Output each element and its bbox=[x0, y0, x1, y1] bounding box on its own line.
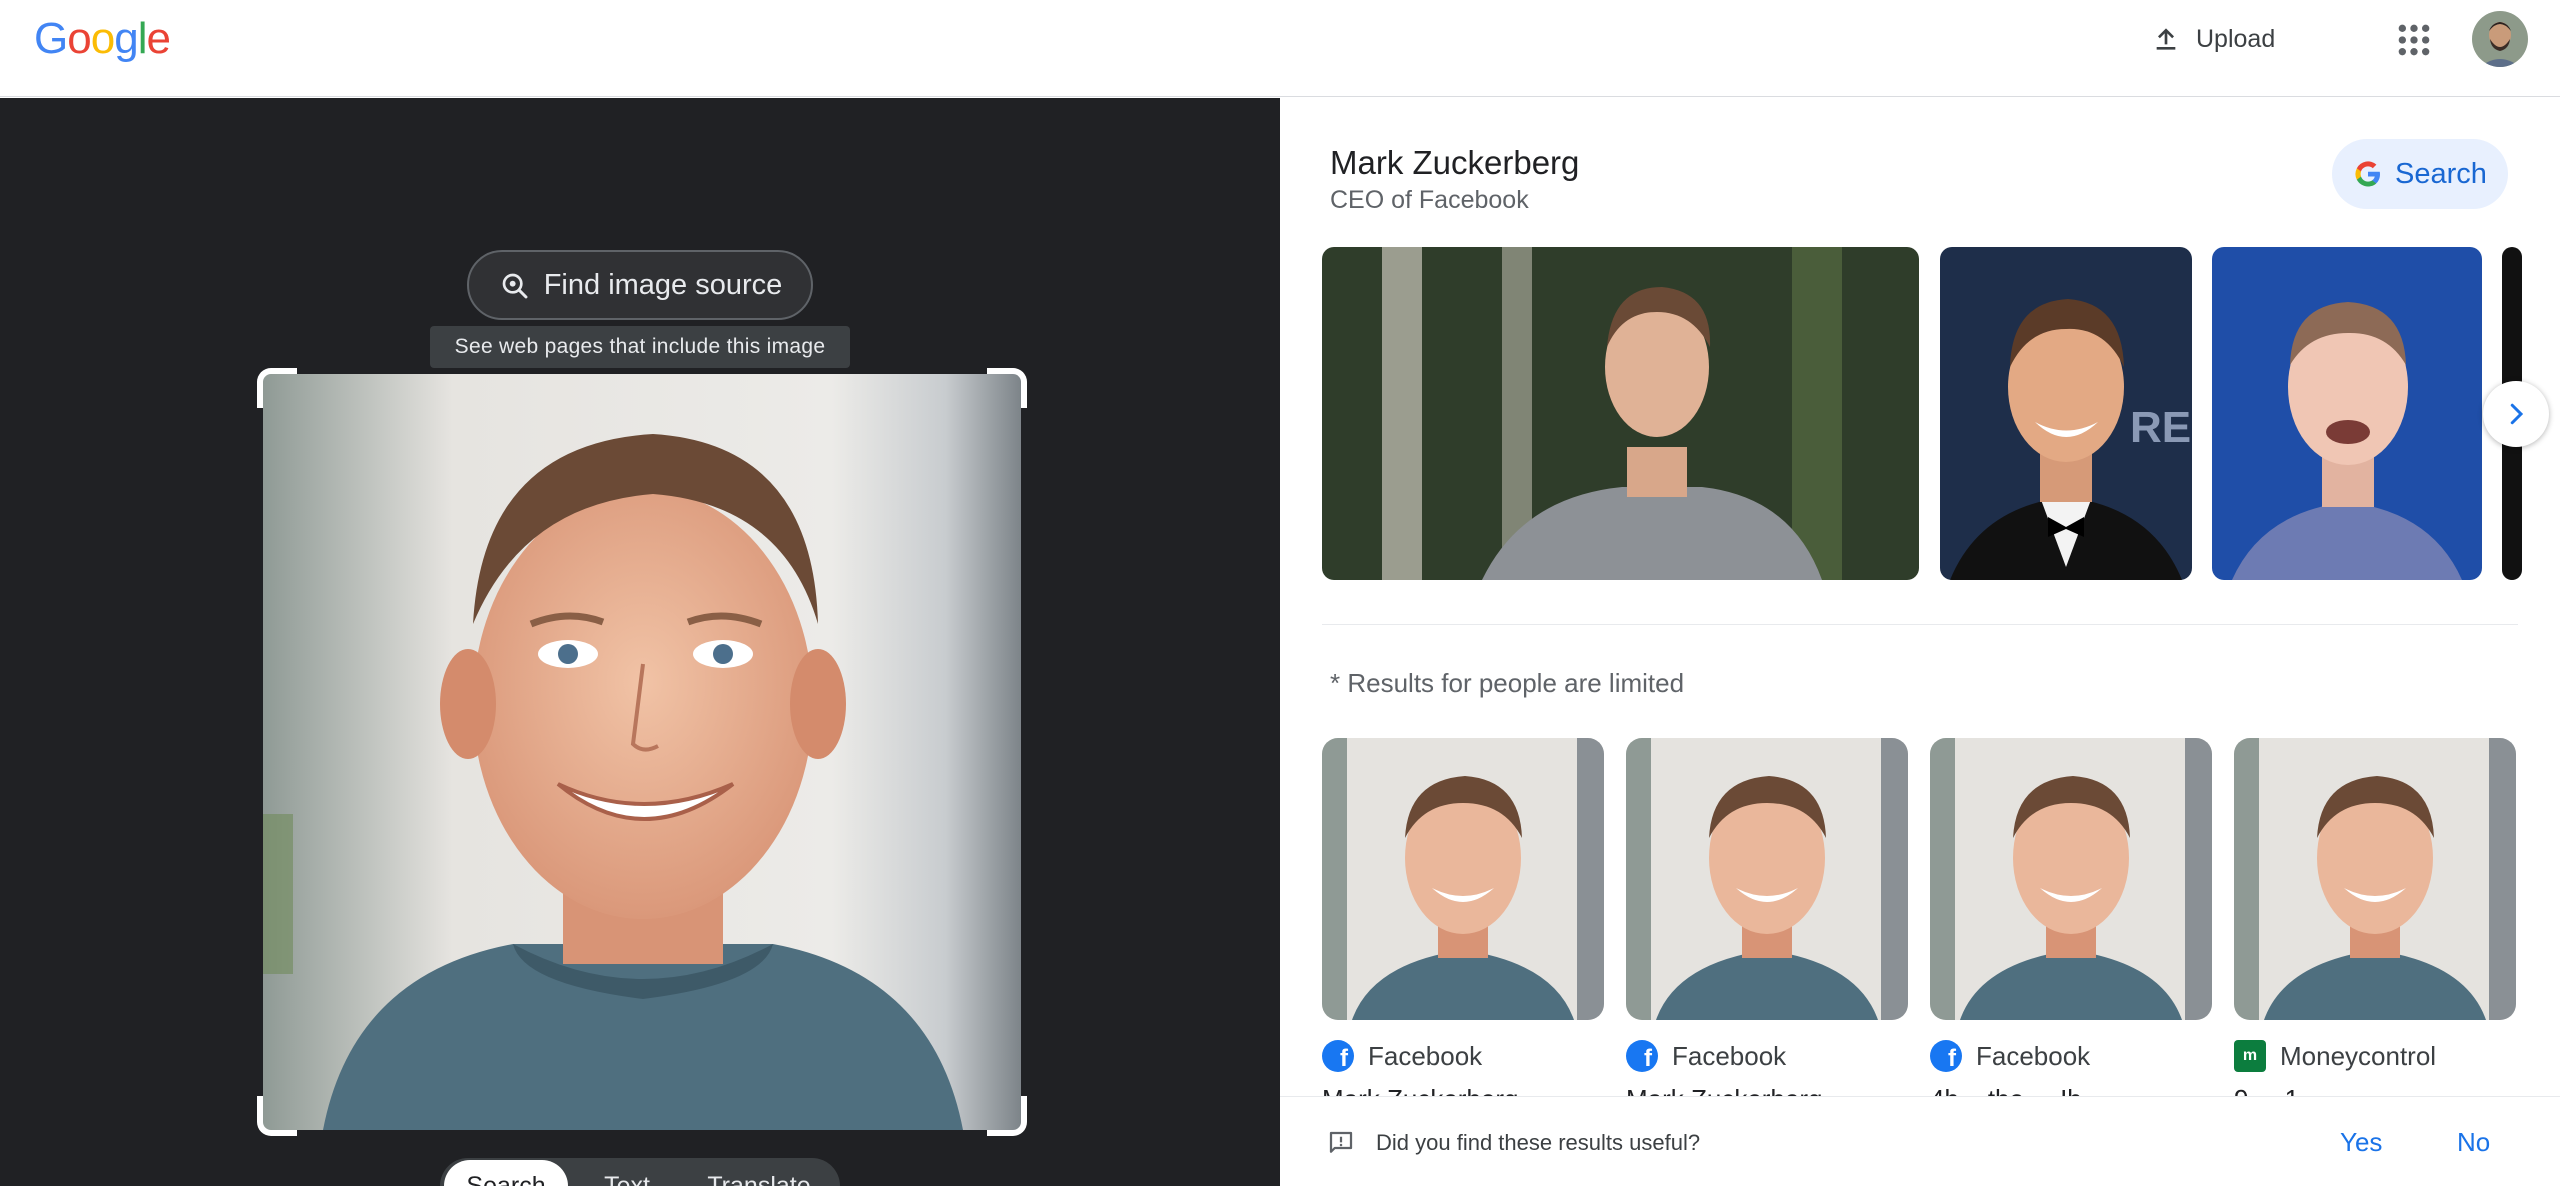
uploaded-image bbox=[263, 374, 1021, 1130]
tab-search[interactable]: Search bbox=[444, 1160, 568, 1186]
result-thumbnail[interactable] bbox=[1626, 738, 1908, 1020]
feedback-bar: Did you find these results useful? Yes N… bbox=[1280, 1096, 2560, 1186]
entity-photo-tuxedo: REA bbox=[1940, 247, 2192, 580]
result-source-name: Moneycontrol bbox=[2280, 1040, 2437, 1071]
feedback-no-button[interactable]: No bbox=[2457, 1127, 2490, 1158]
upload-button[interactable]: Upload bbox=[2150, 18, 2275, 60]
logo-letter-l: l bbox=[137, 14, 148, 63]
logo-letter-g2: g bbox=[114, 14, 139, 63]
avatar-image bbox=[2472, 11, 2528, 67]
crop-handle-bottom-left[interactable] bbox=[257, 1096, 297, 1136]
visual-match-result-3[interactable]: f Facebook 4b... the ... Ib... bbox=[1930, 738, 2212, 1098]
result-thumbnail[interactable] bbox=[1930, 738, 2212, 1020]
google-logo[interactable]: Google bbox=[34, 14, 171, 64]
result-source-name: Facebook bbox=[1368, 1040, 1483, 1071]
visual-match-result-1[interactable]: f Facebook Mark Zuckerberg bbox=[1322, 738, 1604, 1098]
entity-photo-blue bbox=[2212, 247, 2482, 580]
facebook-icon: f bbox=[1322, 1040, 1354, 1072]
find-source-tooltip: See web pages that include this image bbox=[430, 326, 850, 368]
find-image-source-button[interactable]: Find image source bbox=[467, 250, 813, 320]
people-results-notice: * Results for people are limited bbox=[1330, 668, 1685, 698]
crop-handle-bottom-right[interactable] bbox=[987, 1096, 1027, 1136]
result-photo bbox=[1930, 738, 2212, 1020]
result-photo bbox=[2234, 738, 2516, 1020]
tab-translate[interactable]: Translate bbox=[686, 1160, 832, 1186]
entity-subtitle: CEO of Facebook bbox=[1330, 186, 1529, 214]
feedback-question: Did you find these results useful? bbox=[1376, 1130, 1701, 1155]
tab-text[interactable]: Text bbox=[568, 1160, 686, 1186]
portrait-photo bbox=[263, 374, 1021, 1130]
section-divider bbox=[1322, 624, 2518, 625]
logo-letter-o2: o bbox=[90, 14, 116, 63]
crop-selection[interactable] bbox=[257, 368, 1027, 1136]
top-bar: Google Upload bbox=[0, 0, 2560, 97]
image-preview-panel: Find image source See web pages that inc… bbox=[0, 98, 1280, 1186]
logo-letter-e: e bbox=[146, 14, 171, 63]
result-source[interactable]: f Facebook bbox=[1322, 1040, 1604, 1072]
result-photo bbox=[1626, 738, 1908, 1020]
account-avatar[interactable] bbox=[2472, 11, 2528, 67]
entity-image-3[interactable] bbox=[2212, 247, 2482, 580]
logo-letter-g: G bbox=[34, 14, 68, 63]
lens-search-icon bbox=[502, 273, 528, 299]
entity-photo-outdoor bbox=[1322, 247, 1919, 580]
crop-handle-top-left[interactable] bbox=[257, 368, 297, 408]
carousel-next-button[interactable] bbox=[2483, 381, 2549, 447]
result-source[interactable]: m Moneycontrol bbox=[2234, 1040, 2516, 1072]
result-photo bbox=[1322, 738, 1604, 1020]
result-source-name: Facebook bbox=[1672, 1040, 1787, 1071]
feedback-yes-button[interactable]: Yes bbox=[2340, 1127, 2382, 1158]
result-thumbnail[interactable] bbox=[1322, 738, 1604, 1020]
result-thumbnail[interactable] bbox=[2234, 738, 2516, 1020]
moneycontrol-icon: m bbox=[2234, 1040, 2266, 1072]
results-panel: Mark Zuckerberg CEO of Facebook Search R… bbox=[1280, 98, 2560, 1186]
facebook-icon: f bbox=[1930, 1040, 1962, 1072]
apps-grid-icon[interactable] bbox=[2394, 20, 2434, 60]
svg-text:REA: REA bbox=[2130, 403, 2192, 452]
logo-letter-o1: o bbox=[67, 14, 92, 63]
google-search-label: Search bbox=[2395, 157, 2487, 190]
facebook-icon: f bbox=[1626, 1040, 1658, 1072]
chevron-right-icon bbox=[2510, 403, 2524, 425]
entity-title[interactable]: Mark Zuckerberg bbox=[1330, 144, 1579, 182]
visual-match-result-4[interactable]: m Moneycontrol 9 ... 1 ... bbox=[2234, 738, 2516, 1098]
visual-match-result-2[interactable]: f Facebook Mark Zuckerberg bbox=[1626, 738, 1908, 1098]
result-source[interactable]: f Facebook bbox=[1626, 1040, 1908, 1072]
entity-image-2[interactable]: REA bbox=[1940, 247, 2192, 580]
result-source-name: Facebook bbox=[1976, 1040, 2091, 1071]
crop-handle-top-right[interactable] bbox=[987, 368, 1027, 408]
google-search-button[interactable]: Search bbox=[2332, 139, 2508, 209]
upload-icon bbox=[2156, 28, 2176, 50]
feedback-icon bbox=[1329, 1131, 1353, 1153]
find-image-source-label: Find image source bbox=[543, 268, 783, 301]
result-source[interactable]: f Facebook bbox=[1930, 1040, 2212, 1072]
lens-mode-switcher: Search Text Translate bbox=[440, 1158, 840, 1186]
upload-label: Upload bbox=[2196, 24, 2276, 53]
google-g-icon bbox=[2355, 161, 2381, 187]
entity-image-1[interactable] bbox=[1322, 247, 1919, 580]
